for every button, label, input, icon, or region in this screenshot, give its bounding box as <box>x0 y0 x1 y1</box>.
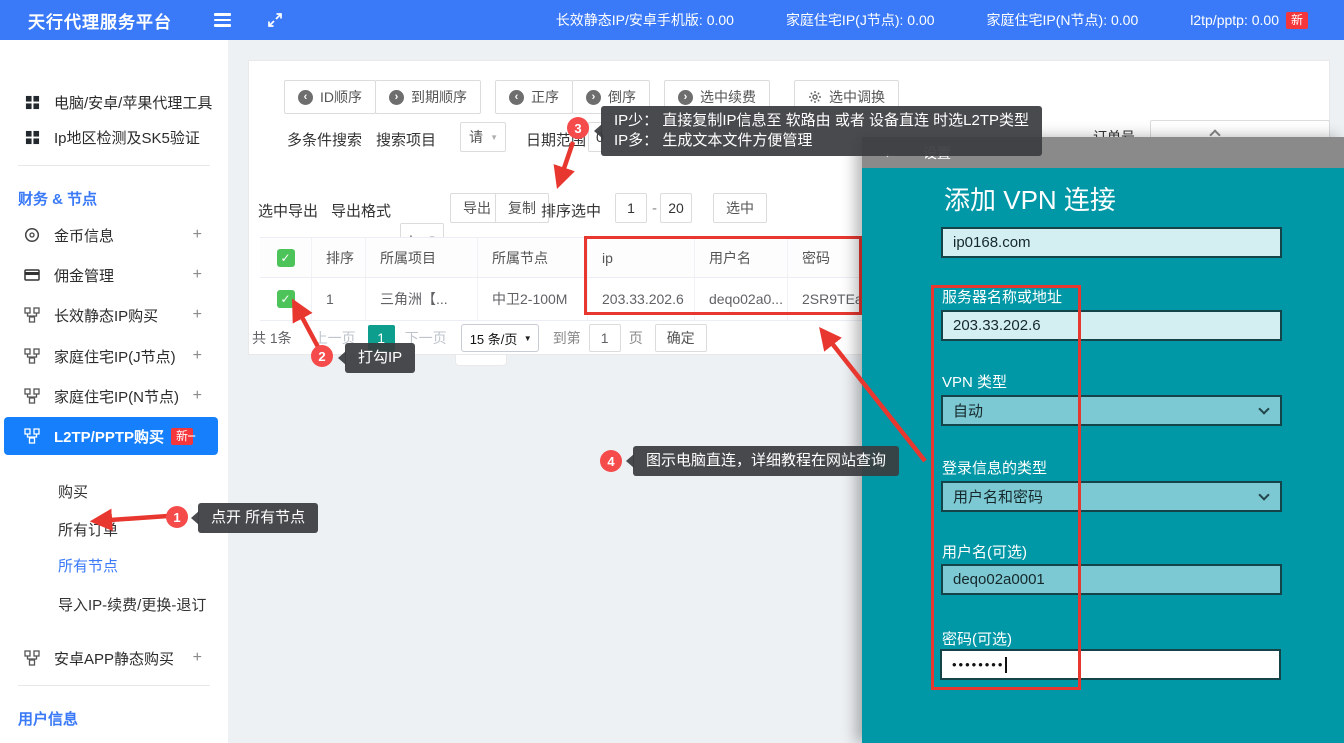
arrow-circle-left-icon: ‹ <box>509 90 524 105</box>
export-selected-label: 选中导出 <box>258 200 318 221</box>
expand-plus-icon[interactable]: + <box>193 387 202 405</box>
step-badge-4: 4 <box>600 450 622 472</box>
arrow-circle-left-icon: ‹ <box>298 90 313 105</box>
multi-search-label: 多条件搜索 <box>287 129 362 150</box>
goto-label: 到第 <box>553 328 581 348</box>
stat-home-ip-n: 家庭住宅IP(N节点): 0.00 <box>987 10 1139 30</box>
chevron-down-icon: ▼ <box>490 133 498 142</box>
chevron-down-icon: ▼ <box>524 334 532 343</box>
sidebar: 电脑/安卓/苹果代理工具 Ip地区检测及SK5验证 财务 & 节点 金币信息 +… <box>0 40 228 743</box>
step-badge-2: 2 <box>311 345 333 367</box>
sidebar-item-android-app[interactable]: 安卓APP静态购买 + <box>0 645 228 671</box>
sidebar-item-proxy-tools[interactable]: 电脑/安卓/苹果代理工具 <box>0 89 228 115</box>
chevron-down-icon <box>1258 403 1269 414</box>
range-dash: - <box>652 200 657 217</box>
nodes-icon <box>24 428 40 444</box>
expiry-order-button[interactable]: ›到期顺序 <box>375 80 481 114</box>
nodes-icon <box>24 650 40 666</box>
page-unit-label: 页 <box>629 328 643 348</box>
card-tab-notch <box>455 355 507 366</box>
submenu-all-orders[interactable]: 所有订单 <box>58 519 118 540</box>
app-title: 天行代理服务平台 <box>28 8 172 33</box>
cell-order: 1 <box>312 278 366 320</box>
annotation-rect-vpn-fields <box>931 285 1081 690</box>
new-badge: 新 <box>1286 12 1308 29</box>
expand-plus-icon[interactable]: + <box>193 649 202 667</box>
tooltip-step-3-line1: IP少： 直接复制IP信息至 软路由 或者 设备直连 时选L2TP类型 <box>614 111 1029 131</box>
section-finance-nodes: 财务 & 节点 <box>18 188 97 209</box>
cell-project: 三角洲【... <box>366 278 478 320</box>
arrow-circle-right-icon: › <box>586 90 601 105</box>
collapse-minus-icon[interactable]: − <box>187 428 196 445</box>
step-badge-3: 3 <box>567 117 589 139</box>
search-item-label: 搜索项目 <box>376 129 436 150</box>
goto-page-input[interactable]: 1 <box>589 324 621 352</box>
row-checkbox[interactable]: ✓ <box>277 290 295 308</box>
range-from-input[interactable]: 1 <box>615 193 647 223</box>
expand-plus-icon[interactable]: + <box>193 226 202 244</box>
coin-icon <box>24 227 40 243</box>
stat-l2tp-pptp: l2tp/pptp: 0.00新 <box>1190 12 1308 29</box>
submenu-import-ip[interactable]: 导入IP-续费/更换-退订 <box>58 594 206 615</box>
range-to-input[interactable]: 20 <box>660 193 692 223</box>
total-count: 共 1条 <box>252 328 292 348</box>
tooltip-step-3: IP少： 直接复制IP信息至 软路由 或者 设备直连 时选L2TP类型 IP多：… <box>601 106 1042 156</box>
chevron-down-icon <box>1258 489 1269 500</box>
connection-name-input[interactable]: ip0168.com <box>941 227 1282 258</box>
sort-selected-label: 排序选中 <box>541 200 601 221</box>
stat-static-ip: 长效静态IP/安卓手机版: 0.00 <box>556 10 734 30</box>
sidebar-item-ip-check[interactable]: Ip地区检测及SK5验证 <box>0 124 228 150</box>
page-size-select[interactable]: 15 条/页▼ <box>461 324 539 352</box>
tooltip-step-1: 点开 所有节点 <box>198 503 318 533</box>
add-vpn-title: 添加 VPN 连接 <box>944 180 1116 217</box>
tooltip-step-2: 打勾IP <box>345 343 415 373</box>
balance-stats: 长效静态IP/安卓手机版: 0.00 家庭住宅IP(J节点): 0.00 家庭住… <box>556 10 1344 30</box>
nodes-icon <box>24 307 40 323</box>
grid-icon <box>24 130 40 145</box>
select-range-button[interactable]: 选中 <box>713 193 767 223</box>
sidebar-item-commission[interactable]: 佣金管理 + <box>0 262 228 288</box>
tooltip-step-3-line2: IP多： 生成文本文件方便管理 <box>614 131 1029 151</box>
select-all-cell: ✓ <box>260 238 312 277</box>
sidebar-item-home-ip-j[interactable]: 家庭住宅IP(J节点) + <box>0 343 228 369</box>
menu-toggle-icon[interactable] <box>214 10 231 30</box>
header-project: 所属项目 <box>366 238 478 277</box>
fullscreen-icon[interactable] <box>267 12 283 28</box>
row-select-cell: ✓ <box>260 278 312 320</box>
submenu-all-nodes[interactable]: 所有节点 <box>58 555 118 576</box>
sidebar-item-l2tp-pptp-active[interactable]: L2TP/PPTP购买 新 − <box>4 417 218 455</box>
expand-plus-icon[interactable]: + <box>193 347 202 365</box>
header-order: 排序 <box>312 238 366 277</box>
sidebar-item-coins[interactable]: 金币信息 + <box>0 222 228 248</box>
gear-icon <box>808 90 822 104</box>
cell-node: 中卫2-100M <box>478 278 588 320</box>
sidebar-item-static-ip-buy[interactable]: 长效静态IP购买 + <box>0 302 228 328</box>
export-format-label: 导出格式 <box>331 200 391 221</box>
expand-plus-icon[interactable]: + <box>193 306 202 324</box>
nodes-icon <box>24 348 40 364</box>
annotation-rect-table-columns <box>584 236 862 315</box>
top-navbar: 天行代理服务平台 长效静态IP/安卓手机版: 0.00 家庭住宅IP(J节点):… <box>0 0 1344 40</box>
sidebar-divider <box>18 165 210 166</box>
submenu-buy[interactable]: 购买 <box>58 481 88 502</box>
select-all-checkbox[interactable]: ✓ <box>277 249 295 267</box>
grid-icon <box>24 95 40 110</box>
expand-plus-icon[interactable]: + <box>193 266 202 284</box>
sidebar-item-home-ip-n[interactable]: 家庭住宅IP(N节点) + <box>0 383 228 409</box>
tooltip-step-4: 图示电脑直连，详细教程在网站查询 <box>633 446 899 476</box>
section-user-info: 用户信息 <box>18 708 78 729</box>
search-item-select[interactable]: 请▼ <box>460 122 506 152</box>
nodes-icon <box>24 388 40 404</box>
card-icon <box>24 267 40 283</box>
confirm-page-button[interactable]: 确定 <box>655 324 707 352</box>
ascending-button[interactable]: ‹正序 <box>495 80 573 114</box>
id-order-button[interactable]: ‹ID顺序 <box>284 80 376 114</box>
sidebar-divider <box>18 685 210 686</box>
header-node: 所属节点 <box>478 238 588 277</box>
arrow-circle-right-icon: › <box>678 90 693 105</box>
stat-home-ip-j: 家庭住宅IP(J节点): 0.00 <box>786 10 935 30</box>
arrow-circle-right-icon: › <box>389 90 404 105</box>
step-badge-1: 1 <box>166 506 188 528</box>
